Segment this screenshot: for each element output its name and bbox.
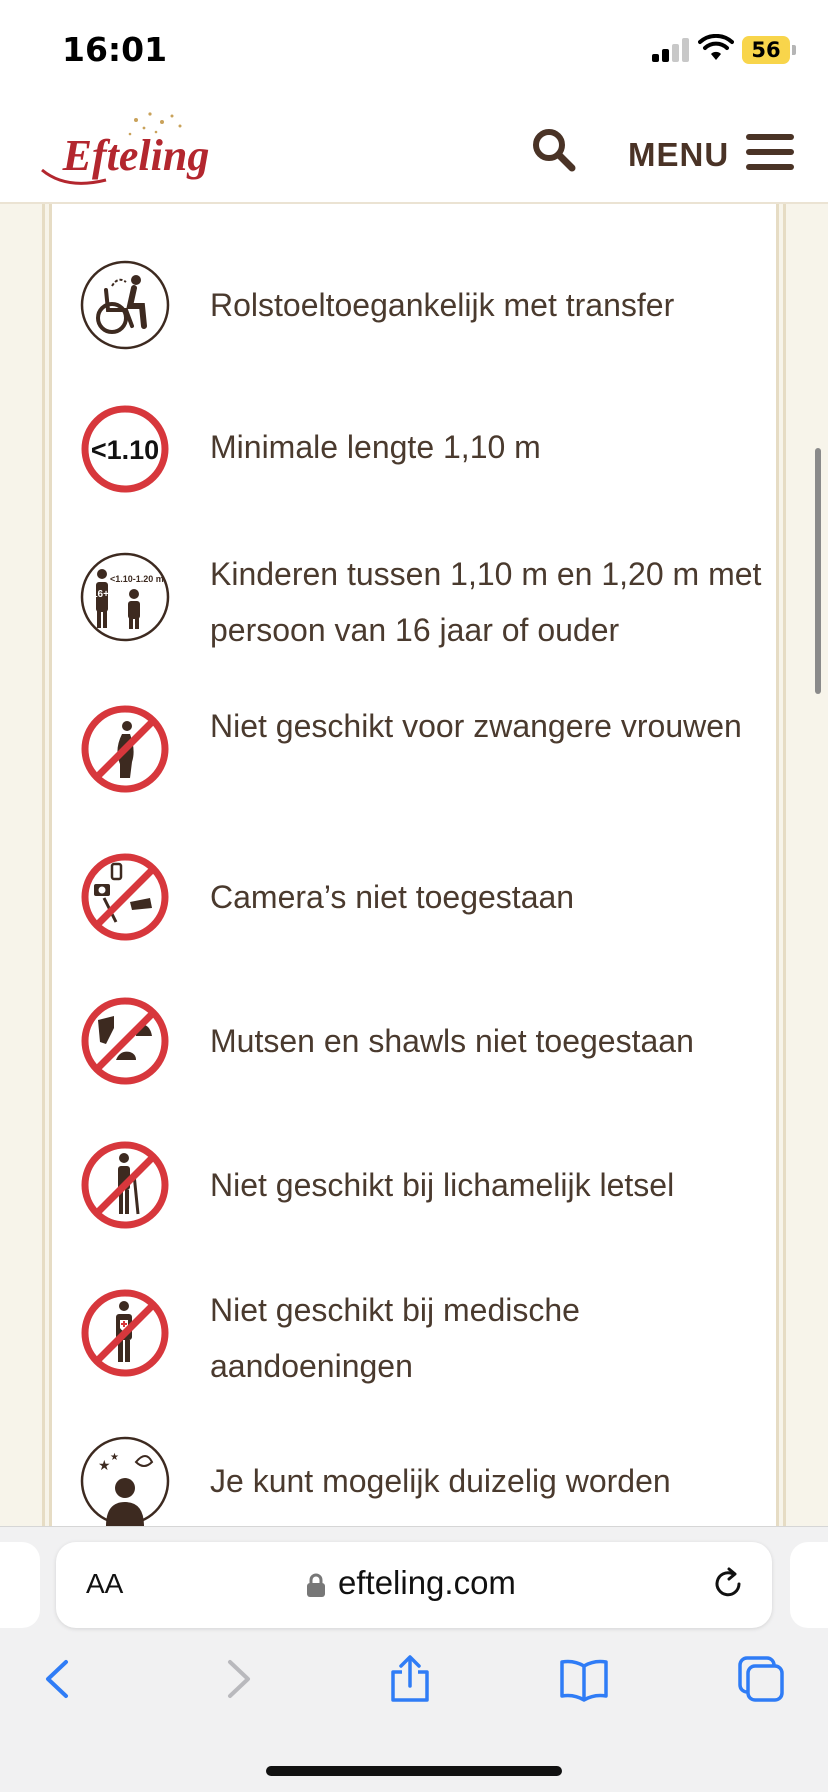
svg-text:★: ★	[110, 1452, 119, 1463]
min-height-icon: <1.10	[81, 405, 169, 493]
menu-label: MENU	[628, 136, 730, 173]
address-bar[interactable]: AA efteling.com	[56, 1542, 772, 1628]
cellular-signal-icon	[652, 38, 692, 62]
no-pregnant-icon	[81, 705, 169, 793]
home-indicator[interactable]	[266, 1766, 562, 1776]
svg-text:16+: 16+	[92, 589, 109, 600]
svg-text:<1.10: <1.10	[91, 435, 159, 465]
svg-text:★: ★	[98, 1457, 111, 1473]
wheelchair-transfer-icon	[80, 260, 170, 350]
hamburger-icon	[746, 132, 794, 172]
no-hats-scarves-icon	[81, 997, 169, 1085]
share-icon[interactable]	[385, 1654, 435, 1704]
forward-icon[interactable]	[212, 1654, 262, 1704]
reader-options-button[interactable]: AA	[86, 1568, 123, 1600]
site-header: Efteling MENU	[0, 100, 828, 204]
menu-button[interactable]: MENU	[628, 122, 798, 178]
item-label: Niet geschikt voor zwangere vrouwen	[210, 708, 742, 744]
children-supervision-icon: <1.10-1.20 m 16+	[80, 552, 170, 642]
frame-border-right	[776, 204, 786, 1526]
item-label: Mutsen en shawls niet toegestaan	[210, 1023, 694, 1059]
item-label: Je kunt mogelijk duizelig worden	[210, 1463, 671, 1499]
back-icon[interactable]	[34, 1654, 84, 1704]
svg-text:<1.10-1.20 m: <1.10-1.20 m	[110, 574, 164, 584]
status-time: 16:01	[62, 30, 168, 69]
dizziness-icon: ★ ★	[80, 1436, 170, 1526]
lock-icon	[307, 1573, 325, 1597]
svg-text:Efteling: Efteling	[62, 131, 210, 180]
battery-tip	[792, 45, 796, 55]
previous-tab-preview[interactable]	[0, 1542, 40, 1628]
search-icon[interactable]	[528, 124, 578, 174]
frame-border-left	[42, 204, 52, 1526]
reload-icon[interactable]	[710, 1566, 746, 1602]
item-label: Niet geschikt bij medische aandoeningen	[210, 1292, 580, 1384]
scrollbar[interactable]	[815, 448, 821, 694]
item-label: Niet geschikt bij lichamelijk letsel	[210, 1167, 675, 1203]
item-label: Rolstoeltoegankelijk met transfer	[210, 287, 675, 323]
next-tab-preview[interactable]	[790, 1542, 828, 1628]
no-physical-injury-icon	[81, 1141, 169, 1229]
efteling-logo[interactable]: Efteling	[36, 108, 236, 194]
status-bar: 16:01 56	[0, 0, 828, 100]
wifi-icon	[698, 34, 734, 60]
item-label: Kinderen tussen 1,10 m en 1,20 m met per…	[210, 556, 762, 648]
no-camera-icon	[81, 853, 169, 941]
bookmarks-icon[interactable]	[559, 1654, 609, 1704]
battery-indicator: 56	[742, 36, 790, 64]
item-label: Minimale lengte 1,10 m	[210, 429, 541, 465]
url-text: efteling.com	[338, 1564, 516, 1601]
tabs-icon[interactable]	[736, 1654, 786, 1704]
item-label: Camera’s niet toegestaan	[210, 879, 575, 915]
no-medical-conditions-icon	[81, 1289, 169, 1377]
